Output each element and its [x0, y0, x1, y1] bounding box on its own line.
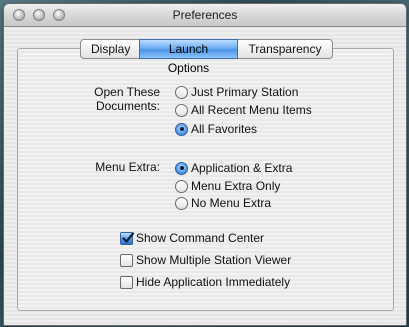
radio-button-icon[interactable]: [175, 179, 188, 193]
checkbox-icon[interactable]: [120, 253, 133, 267]
radio-label: All Recent Menu Items: [191, 103, 312, 117]
radio-button-selected-icon[interactable]: [175, 122, 188, 136]
checkbox-label: Show Command Center: [136, 231, 265, 245]
radio-label: No Menu Extra: [191, 196, 272, 210]
radio-menu-extra-only[interactable]: Menu Extra Only: [175, 178, 280, 194]
radio-just-primary-station[interactable]: Just Primary Station: [175, 84, 298, 100]
tab-launch-options[interactable]: Launch Options: [139, 39, 238, 75]
checkbox-label: Show Multiple Station Viewer: [136, 253, 292, 267]
radio-all-recent-menu-items[interactable]: All Recent Menu Items: [175, 102, 312, 118]
radio-button-icon[interactable]: [175, 196, 188, 210]
tab-transparency[interactable]: Transparency: [237, 39, 333, 59]
open-documents-label: Open These Documents:: [38, 85, 160, 113]
tab-display[interactable]: Display: [80, 39, 140, 59]
checkbox-label: Hide Application Immediately: [136, 275, 291, 289]
radio-all-favorites[interactable]: All Favorites: [175, 121, 257, 137]
checkbox-show-multiple-station-viewer[interactable]: Show Multiple Station Viewer: [120, 252, 291, 268]
radio-no-menu-extra[interactable]: No Menu Extra: [175, 195, 271, 211]
radio-application-and-extra[interactable]: Application & Extra: [175, 160, 292, 176]
radio-label: Application & Extra: [191, 161, 293, 175]
menu-extra-label: Menu Extra:: [95, 160, 160, 174]
radio-button-selected-icon[interactable]: [175, 161, 188, 175]
checkbox-icon[interactable]: [120, 275, 133, 289]
open-documents-label-line2: Documents:: [95, 99, 160, 113]
radio-label: Menu Extra Only: [191, 179, 281, 193]
checkbox-show-command-center[interactable]: Show Command Center: [120, 230, 264, 246]
title-bar[interactable]: Preferences: [4, 4, 406, 27]
radio-button-icon[interactable]: [175, 85, 188, 99]
tab-bar: Display Launch Options Transparency: [80, 39, 333, 75]
checkbox-checked-icon[interactable]: [120, 231, 135, 245]
checkbox-hide-application-immediately[interactable]: Hide Application Immediately: [120, 274, 290, 290]
window-title: Preferences: [172, 8, 238, 22]
radio-label: All Favorites: [191, 122, 258, 136]
preferences-window: Preferences Open These Documents: Just P…: [3, 3, 407, 326]
launch-options-panel: Open These Documents: Just Primary Stati…: [17, 48, 394, 311]
open-documents-label-line1: Open These: [94, 85, 160, 99]
radio-label: Just Primary Station: [191, 85, 299, 99]
radio-button-icon[interactable]: [175, 103, 188, 117]
